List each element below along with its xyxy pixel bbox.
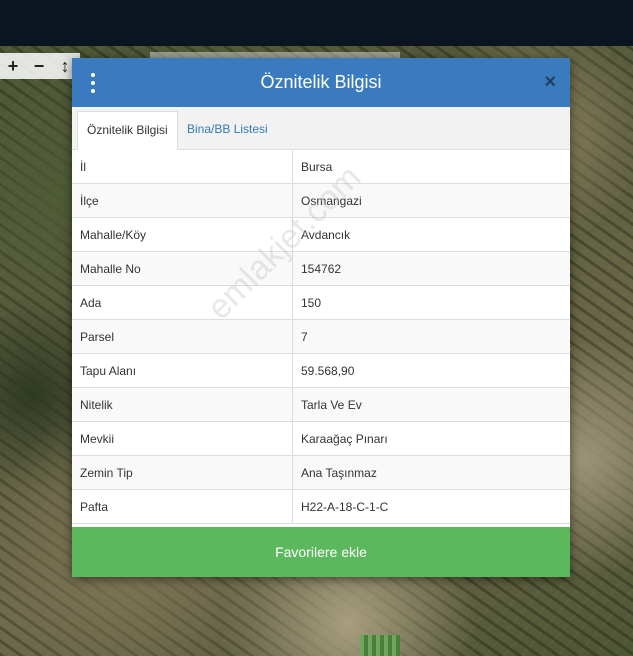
attribute-key: Tapu Alanı bbox=[72, 353, 293, 388]
table-row: Parsel 7 bbox=[72, 319, 570, 354]
attribute-value: Ana Taşınmaz bbox=[292, 455, 570, 490]
attribute-key: Mahalle No bbox=[72, 251, 293, 286]
dialog-header: Öznitelik Bilgisi × bbox=[72, 58, 570, 107]
add-favorite-button[interactable]: Favorilere ekle bbox=[72, 527, 570, 577]
attribute-value: H22-A-18-C-1-C bbox=[292, 489, 570, 524]
tab-attribute-info[interactable]: Öznitelik Bilgisi bbox=[77, 111, 178, 150]
table-row: Tapu Alanı 59.568,90 bbox=[72, 353, 570, 388]
dialog-title: Öznitelik Bilgisi bbox=[260, 72, 382, 92]
attribute-value: 7 bbox=[292, 319, 570, 354]
map-field-patch bbox=[360, 635, 400, 656]
kebab-menu-icon[interactable] bbox=[90, 73, 96, 93]
table-row: İlçe Osmangazi bbox=[72, 183, 570, 218]
close-icon[interactable]: × bbox=[544, 72, 556, 92]
attribute-value: Bursa bbox=[292, 150, 570, 184]
table-row: Zemin Tip Ana Taşınmaz bbox=[72, 455, 570, 490]
attribute-value: Osmangazi bbox=[292, 183, 570, 218]
attribute-key: Nitelik bbox=[72, 387, 293, 422]
table-row: Pafta H22-A-18-C-1-C bbox=[72, 489, 570, 524]
attribute-key: Pafta bbox=[72, 489, 293, 524]
zoom-in-button[interactable]: + bbox=[0, 56, 26, 77]
table-row: Nitelik Tarla Ve Ev bbox=[72, 387, 570, 422]
table-row: Mevkii Karaağaç Pınarı bbox=[72, 421, 570, 456]
attribute-key: Mevkii bbox=[72, 421, 293, 456]
tab-building-list[interactable]: Bina/BB Listesi bbox=[178, 111, 277, 148]
top-bar bbox=[0, 0, 633, 46]
attribute-value: 154762 bbox=[292, 251, 570, 286]
attribute-key: İl bbox=[72, 150, 293, 184]
attribute-value: 150 bbox=[292, 285, 570, 320]
zoom-out-button[interactable]: − bbox=[26, 56, 52, 77]
table-row: İl Bursa bbox=[72, 150, 570, 184]
attribute-key: Ada bbox=[72, 285, 293, 320]
table-row: Mahalle/Köy Avdancık bbox=[72, 217, 570, 252]
attribute-value: Tarla Ve Ev bbox=[292, 387, 570, 422]
attribute-key: Parsel bbox=[72, 319, 293, 354]
zoom-controls: + − ↕ bbox=[0, 53, 80, 79]
attribute-dialog: Öznitelik Bilgisi × Öznitelik Bilgisi Bi… bbox=[72, 58, 570, 577]
attribute-value: Avdancık bbox=[292, 217, 570, 252]
attribute-value: Karaağaç Pınarı bbox=[292, 421, 570, 456]
attribute-key: İlçe bbox=[72, 183, 293, 218]
table-row: Ada 150 bbox=[72, 285, 570, 320]
attribute-key: Mahalle/Köy bbox=[72, 217, 293, 252]
table-row: Mahalle No 154762 bbox=[72, 251, 570, 286]
attribute-key: Zemin Tip bbox=[72, 455, 293, 490]
attribute-value: 59.568,90 bbox=[292, 353, 570, 388]
attribute-table: İl Bursa İlçe Osmangazi Mahalle/Köy Avdancık M… bbox=[72, 150, 570, 524]
tab-bar: Öznitelik Bilgisi Bina/BB Listesi bbox=[72, 107, 570, 150]
